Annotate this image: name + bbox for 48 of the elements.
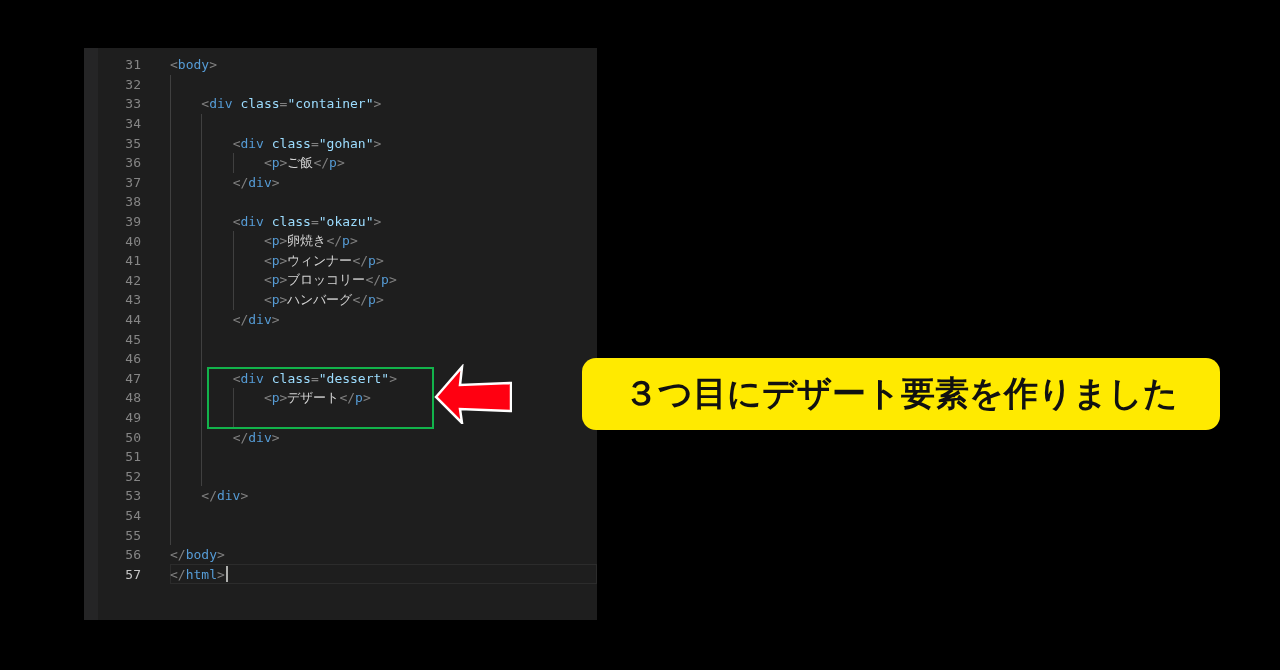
line-number: 54	[124, 507, 141, 523]
line-number: 56	[124, 547, 141, 563]
code-line: <div class="okazu">	[231, 214, 382, 230]
line-number: 53	[124, 488, 141, 504]
code-line: <div class="gohan">	[231, 135, 382, 151]
line-number: 36	[124, 155, 141, 171]
line-number: 35	[124, 135, 141, 151]
code-line: <p>デザート</p>	[262, 388, 371, 407]
line-number: 49	[124, 410, 141, 425]
line-number: 42	[124, 272, 141, 288]
line-number: 33	[124, 96, 141, 112]
code-line: <p>卵焼き</p>	[262, 232, 358, 251]
code-line: </div>	[231, 429, 280, 445]
line-number: 45	[124, 331, 141, 347]
line-number: 57	[124, 566, 141, 582]
line-number: 32	[124, 76, 141, 92]
line-number: 37	[124, 174, 141, 190]
code-line: <body>	[170, 57, 217, 73]
line-number: 34	[124, 116, 141, 132]
code-line: </html>	[170, 566, 225, 582]
line-number: 44	[124, 312, 141, 327]
line-number: 38	[124, 194, 141, 210]
line-number: 43	[124, 292, 141, 308]
arrow-icon	[434, 364, 512, 424]
line-number: 48	[124, 390, 141, 406]
line-number: 50	[124, 429, 141, 445]
line-number: 46	[124, 351, 141, 367]
code-line: </div>	[231, 174, 280, 190]
code-line: </body>	[170, 547, 225, 563]
code-line: <div class="container">	[200, 96, 382, 112]
line-number: 52	[124, 468, 141, 484]
line-number: 31	[124, 57, 141, 73]
line-number: 41	[124, 253, 141, 269]
code-line: <p>ブロッコリー</p>	[262, 271, 397, 290]
callout-label: ３つ目にデザート要素を作りました	[582, 358, 1220, 430]
code-line: <div class="dessert">	[231, 370, 397, 386]
line-number: 51	[124, 449, 141, 465]
code-line: </div>	[231, 312, 280, 327]
line-number: 47	[124, 370, 141, 386]
line-number: 39	[124, 214, 141, 230]
code-editor[interactable]	[84, 48, 597, 620]
line-number: 55	[124, 527, 141, 543]
code-line: <p>ハンバーグ</p>	[262, 290, 384, 309]
code-line: </div>	[200, 488, 249, 504]
text-cursor	[225, 566, 228, 583]
code-line: <p>ウィンナー</p>	[262, 251, 384, 270]
line-number: 40	[124, 233, 141, 249]
code-line: <p>ご飯</p>	[262, 153, 345, 172]
